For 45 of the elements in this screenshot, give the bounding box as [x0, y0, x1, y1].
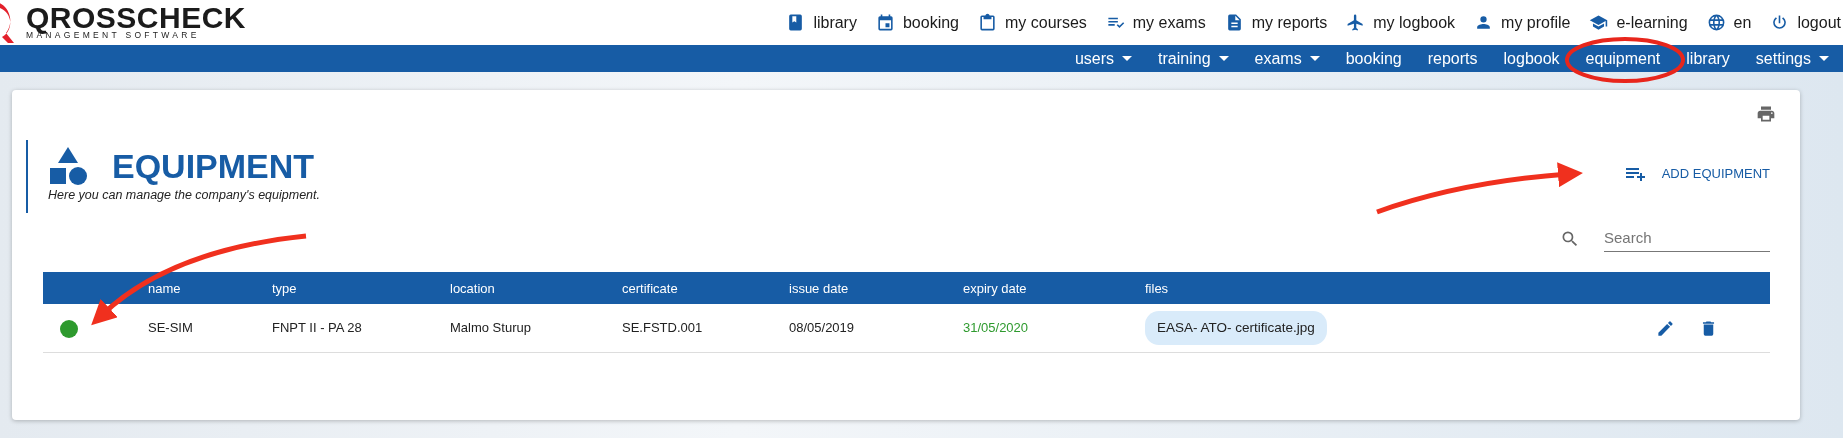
nav-menu-item[interactable]: training: [1158, 46, 1229, 71]
top-nav-link[interactable]: e-learning: [1589, 10, 1688, 35]
top-nav-link[interactable]: booking: [875, 10, 959, 35]
top-nav-link[interactable]: my logbook: [1346, 10, 1456, 35]
top-nav-link[interactable]: my reports: [1224, 10, 1328, 35]
table-cell: SE-SIM: [148, 320, 193, 336]
top-nav-link[interactable]: logout: [1770, 10, 1841, 35]
logo-tagline: MANAGEMENT SOFTWARE: [26, 31, 200, 40]
print-icon[interactable]: [1756, 104, 1776, 124]
top-nav-link[interactable]: my exams: [1105, 10, 1206, 35]
top-nav-link[interactable]: en: [1706, 10, 1752, 35]
table-cell: Malmo Sturup: [450, 320, 531, 336]
nav-menu-item[interactable]: booking: [1345, 46, 1402, 71]
nav-menu-item[interactable]: exams: [1254, 46, 1320, 71]
nav-menu-item[interactable]: library: [1686, 46, 1730, 71]
table-cell: SE.FSTD.001: [622, 320, 703, 336]
table-cell: FNPT II - PA 28: [272, 320, 362, 336]
graduation-cap-icon: [1589, 13, 1609, 32]
file-chip[interactable]: EASA- ATO- certificate.jpg: [1145, 310, 1327, 346]
nav-menu-item[interactable]: users: [1074, 46, 1133, 71]
nav-menu-item[interactable]: reports: [1427, 46, 1478, 71]
globe-icon: [1706, 13, 1726, 32]
table-cell: 31/05/2020: [963, 320, 1029, 336]
column-header: type: [272, 280, 297, 296]
airplane-icon: [1346, 13, 1366, 32]
nav-menu-item[interactable]: equipment: [1585, 46, 1661, 71]
page-title: EQUIPMENT: [112, 146, 315, 186]
page-subtitle: Here you can manage the company's equipment.: [48, 187, 320, 204]
shapes-icon: [48, 146, 88, 186]
top-nav-link[interactable]: my courses: [978, 10, 1087, 35]
top-nav-link[interactable]: my profile: [1474, 10, 1571, 35]
clipboard-icon: [978, 13, 997, 32]
table-cell: 08/05/2019: [789, 320, 855, 336]
column-header: files: [1145, 280, 1169, 296]
top-nav-link[interactable]: library: [786, 10, 857, 35]
nav-menu-item[interactable]: logbook: [1503, 46, 1560, 71]
column-header: issue date: [789, 280, 849, 296]
column-header: certificate: [622, 280, 678, 296]
column-header: location: [450, 280, 495, 296]
playlist-add-icon: [1625, 165, 1646, 182]
nav-menu-item[interactable]: settings: [1755, 46, 1829, 71]
column-header: name: [148, 280, 181, 296]
column-header: expiry date: [963, 280, 1027, 296]
add-equipment-button[interactable]: ADD EQUIPMENT: [1625, 164, 1770, 184]
calendar-icon: [875, 13, 895, 32]
